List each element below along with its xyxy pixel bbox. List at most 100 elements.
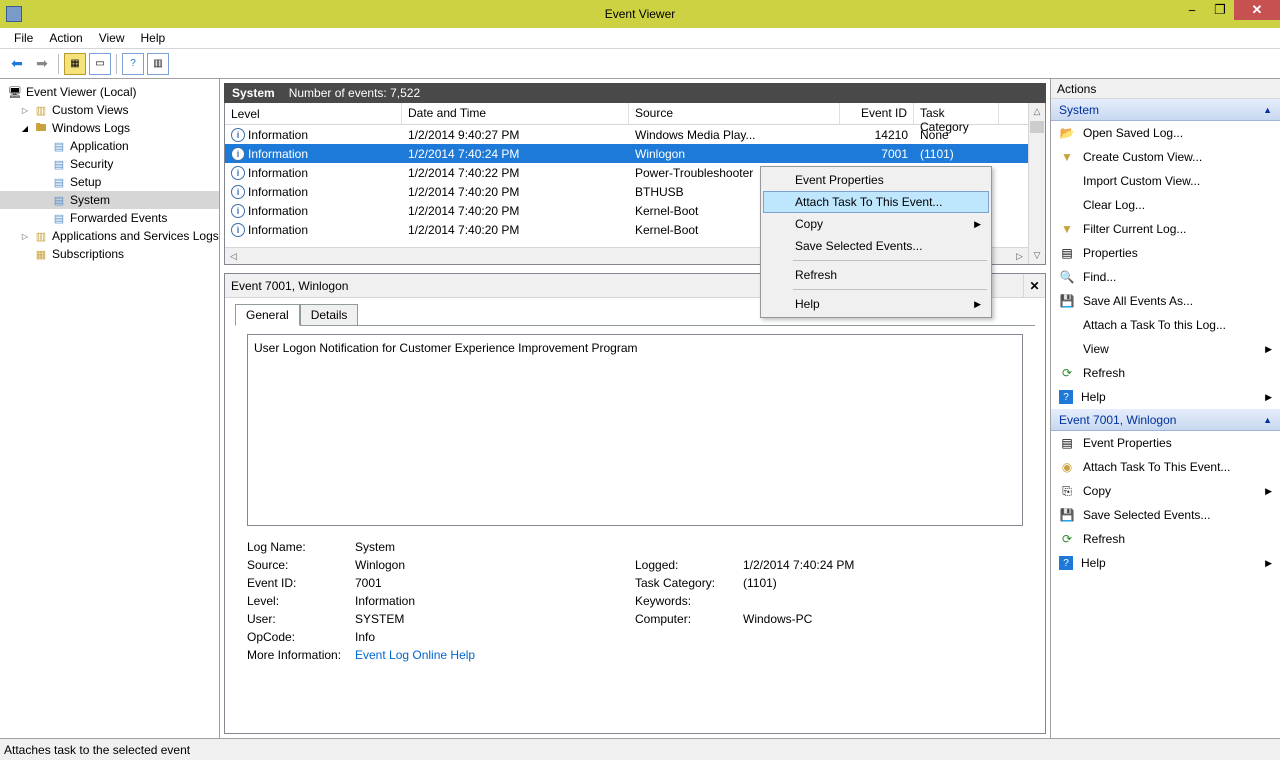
collapse-icon[interactable]: ◢ [20, 124, 30, 133]
tree-label: Applications and Services Logs [52, 229, 219, 243]
moreinfo-link[interactable]: Event Log Online Help [355, 648, 1023, 662]
action-create-custom-view[interactable]: ▼Create Custom View... [1051, 145, 1280, 169]
scroll-up-icon[interactable]: △ [1029, 103, 1045, 120]
cell-date: 1/2/2014 9:40:27 PM [402, 128, 629, 142]
collapse-icon: ▲ [1263, 105, 1272, 115]
opcode-label: OpCode: [247, 630, 355, 644]
action-clear-log[interactable]: Clear Log... [1051, 193, 1280, 217]
refresh-toolbar-button[interactable]: ▥ [147, 53, 169, 75]
tree-custom-views[interactable]: ▷▥Custom Views [0, 101, 219, 119]
actions-system-header[interactable]: System▲ [1051, 99, 1280, 121]
col-date[interactable]: Date and Time [402, 103, 629, 124]
action-event-properties[interactable]: ▤Event Properties [1051, 431, 1280, 455]
scroll-right-icon[interactable]: ▷ [1011, 248, 1028, 264]
cell-eventid: 14210 [840, 128, 914, 142]
ctx-label: Copy [795, 217, 823, 231]
cell-eventid: 7001 [840, 147, 914, 161]
tree-root[interactable]: 🖥Event Viewer (Local) [0, 83, 219, 101]
tree-setup[interactable]: ▤Setup [0, 173, 219, 191]
action-label: View [1083, 342, 1109, 356]
actions-event-header[interactable]: Event 7001, Winlogon▲ [1051, 409, 1280, 431]
tree-apps-services[interactable]: ▷▥Applications and Services Logs [0, 227, 219, 245]
ctx-help[interactable]: Help▶ [763, 293, 989, 315]
action-attach-task-event[interactable]: ◉Attach Task To This Event... [1051, 455, 1280, 479]
action-help[interactable]: ?Help▶ [1051, 385, 1280, 409]
help-icon: ? [1059, 556, 1073, 570]
tree-application[interactable]: ▤Application [0, 137, 219, 155]
action-refresh-2[interactable]: ⟳Refresh [1051, 527, 1280, 551]
status-bar: Attaches task to the selected event [0, 738, 1280, 760]
menu-view[interactable]: View [91, 29, 133, 47]
action-attach-task-log[interactable]: Attach a Task To this Log... [1051, 313, 1280, 337]
tree-forwarded[interactable]: ▤Forwarded Events [0, 209, 219, 227]
toolbar-separator [58, 54, 59, 74]
logged-label: Logged: [635, 558, 743, 572]
event-description[interactable]: User Logon Notification for Customer Exp… [247, 334, 1023, 526]
action-import-custom-view[interactable]: Import Custom View... [1051, 169, 1280, 193]
section-label: Event 7001, Winlogon [1059, 413, 1176, 427]
context-menu[interactable]: Event Properties Attach Task To This Eve… [760, 166, 992, 318]
tree-subscriptions[interactable]: ▦Subscriptions [0, 245, 219, 263]
scroll-down-icon[interactable]: ▽ [1029, 247, 1045, 264]
action-find[interactable]: 🔍Find... [1051, 265, 1280, 289]
refresh-icon: ⟳ [1059, 366, 1075, 380]
tab-general[interactable]: General [235, 304, 300, 326]
tree-system[interactable]: ▤System [0, 191, 219, 209]
action-open-saved-log[interactable]: 📂Open Saved Log... [1051, 121, 1280, 145]
close-button[interactable]: ✕ [1234, 0, 1280, 20]
action-copy[interactable]: ⎘Copy▶ [1051, 479, 1280, 503]
toolbar-separator [116, 54, 117, 74]
maximize-button[interactable]: ❐ [1206, 0, 1234, 20]
col-source[interactable]: Source [629, 103, 840, 124]
vertical-scrollbar[interactable]: △ ▽ [1028, 103, 1045, 264]
ctx-copy[interactable]: Copy▶ [763, 213, 989, 235]
menu-separator [793, 260, 987, 261]
tree-label: Setup [70, 175, 101, 189]
ctx-attach-task[interactable]: Attach Task To This Event... [763, 191, 989, 213]
col-category[interactable]: Task Category [914, 103, 999, 124]
menu-help[interactable]: Help [133, 29, 174, 47]
navigation-tree[interactable]: 🖥Event Viewer (Local) ▷▥Custom Views ◢🖿W… [0, 79, 220, 738]
action-label: Event Properties [1083, 436, 1172, 450]
keywords-value [743, 594, 1023, 608]
menu-action[interactable]: Action [41, 29, 90, 47]
action-save-selected[interactable]: 💾Save Selected Events... [1051, 503, 1280, 527]
tree-windows-logs[interactable]: ◢🖿Windows Logs [0, 119, 219, 137]
info-icon: i [231, 204, 245, 218]
show-hide-tree-button[interactable]: ▦ [64, 53, 86, 75]
back-button[interactable]: ⬅ [6, 53, 28, 75]
expand-icon[interactable]: ▷ [20, 106, 30, 115]
col-eventid[interactable]: Event ID [840, 103, 914, 124]
menu-file[interactable]: File [6, 29, 41, 47]
properties-toolbar-button[interactable]: ? [122, 53, 144, 75]
details-close-button[interactable]: ✕ [1023, 274, 1045, 297]
col-level[interactable]: Level [225, 103, 402, 124]
action-save-all[interactable]: 💾Save All Events As... [1051, 289, 1280, 313]
minimize-button[interactable]: − [1178, 0, 1206, 20]
action-filter-log[interactable]: ▼Filter Current Log... [1051, 217, 1280, 241]
scroll-left-icon[interactable]: ◁ [225, 248, 242, 264]
submenu-icon: ▶ [974, 299, 981, 310]
event-count: Number of events: 7,522 [289, 86, 420, 100]
action-refresh[interactable]: ⟳Refresh [1051, 361, 1280, 385]
ctx-save-selected[interactable]: Save Selected Events... [763, 235, 989, 257]
logname-label: Log Name: [247, 540, 355, 554]
forward-button[interactable]: ➡ [31, 53, 53, 75]
ctx-refresh[interactable]: Refresh [763, 264, 989, 286]
menu-separator [793, 289, 987, 290]
scroll-thumb[interactable] [1030, 121, 1044, 133]
expand-icon[interactable]: ▷ [20, 232, 30, 241]
table-row[interactable]: iInformation1/2/2014 7:40:24 PMWinlogon7… [225, 144, 1028, 163]
table-row[interactable]: iInformation1/2/2014 9:40:27 PMWindows M… [225, 125, 1028, 144]
tab-details[interactable]: Details [300, 304, 359, 325]
ctx-event-properties[interactable]: Event Properties [763, 169, 989, 191]
info-icon: i [231, 166, 245, 180]
tree-label: System [70, 193, 110, 207]
help-toolbar-button[interactable]: ▭ [89, 53, 111, 75]
action-properties[interactable]: ▤Properties [1051, 241, 1280, 265]
action-label: Save Selected Events... [1083, 508, 1210, 522]
action-help-2[interactable]: ?Help▶ [1051, 551, 1280, 575]
action-view[interactable]: View▶ [1051, 337, 1280, 361]
tree-security[interactable]: ▤Security [0, 155, 219, 173]
actions-title: Actions [1051, 79, 1280, 99]
